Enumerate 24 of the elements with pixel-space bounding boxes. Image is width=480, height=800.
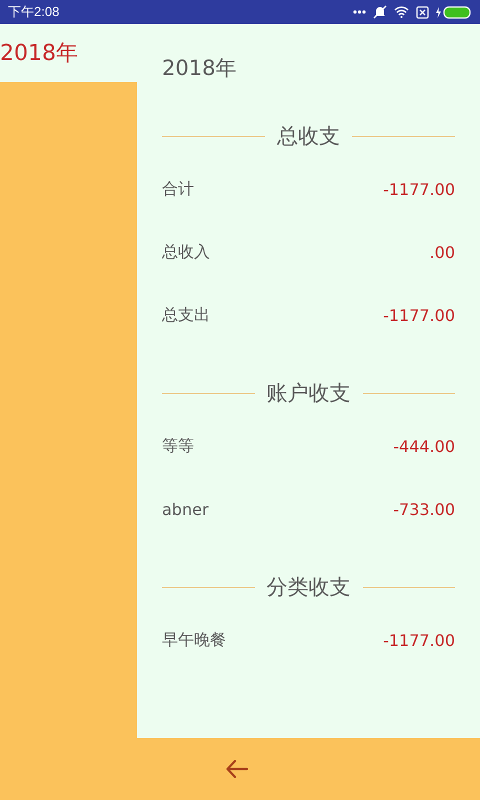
row-amount: -733.00 bbox=[393, 500, 455, 519]
row-label: abner bbox=[162, 500, 209, 519]
row-label: 总收入 bbox=[162, 242, 210, 263]
row-label: 总支出 bbox=[162, 305, 210, 326]
row-label: 合计 bbox=[162, 179, 194, 200]
row-label: 等等 bbox=[162, 436, 194, 457]
charging-battery-icon bbox=[436, 6, 472, 18]
status-time: 下午2:08 bbox=[8, 3, 60, 21]
section-heading: 总收支 bbox=[277, 123, 340, 150]
row-amount: .00 bbox=[430, 243, 455, 262]
bell-off-icon bbox=[373, 5, 387, 19]
row-amount: -444.00 bbox=[393, 437, 455, 456]
year-item[interactable]: 2018年 bbox=[0, 24, 137, 82]
section-heading: 账户收支 bbox=[266, 380, 350, 407]
row-amount: -1177.00 bbox=[383, 180, 455, 199]
sim-card-icon bbox=[416, 6, 429, 18]
row-label: 早午晚餐 bbox=[162, 630, 226, 651]
year-title: 2018年 bbox=[162, 55, 238, 82]
row-amount: -1177.00 bbox=[383, 306, 455, 325]
section-heading: 分类收支 bbox=[266, 574, 350, 601]
row-amount: -1177.00 bbox=[383, 631, 455, 650]
more-dots-icon bbox=[353, 10, 366, 14]
wifi-icon bbox=[394, 6, 409, 18]
back-arrow-icon bbox=[225, 759, 249, 779]
